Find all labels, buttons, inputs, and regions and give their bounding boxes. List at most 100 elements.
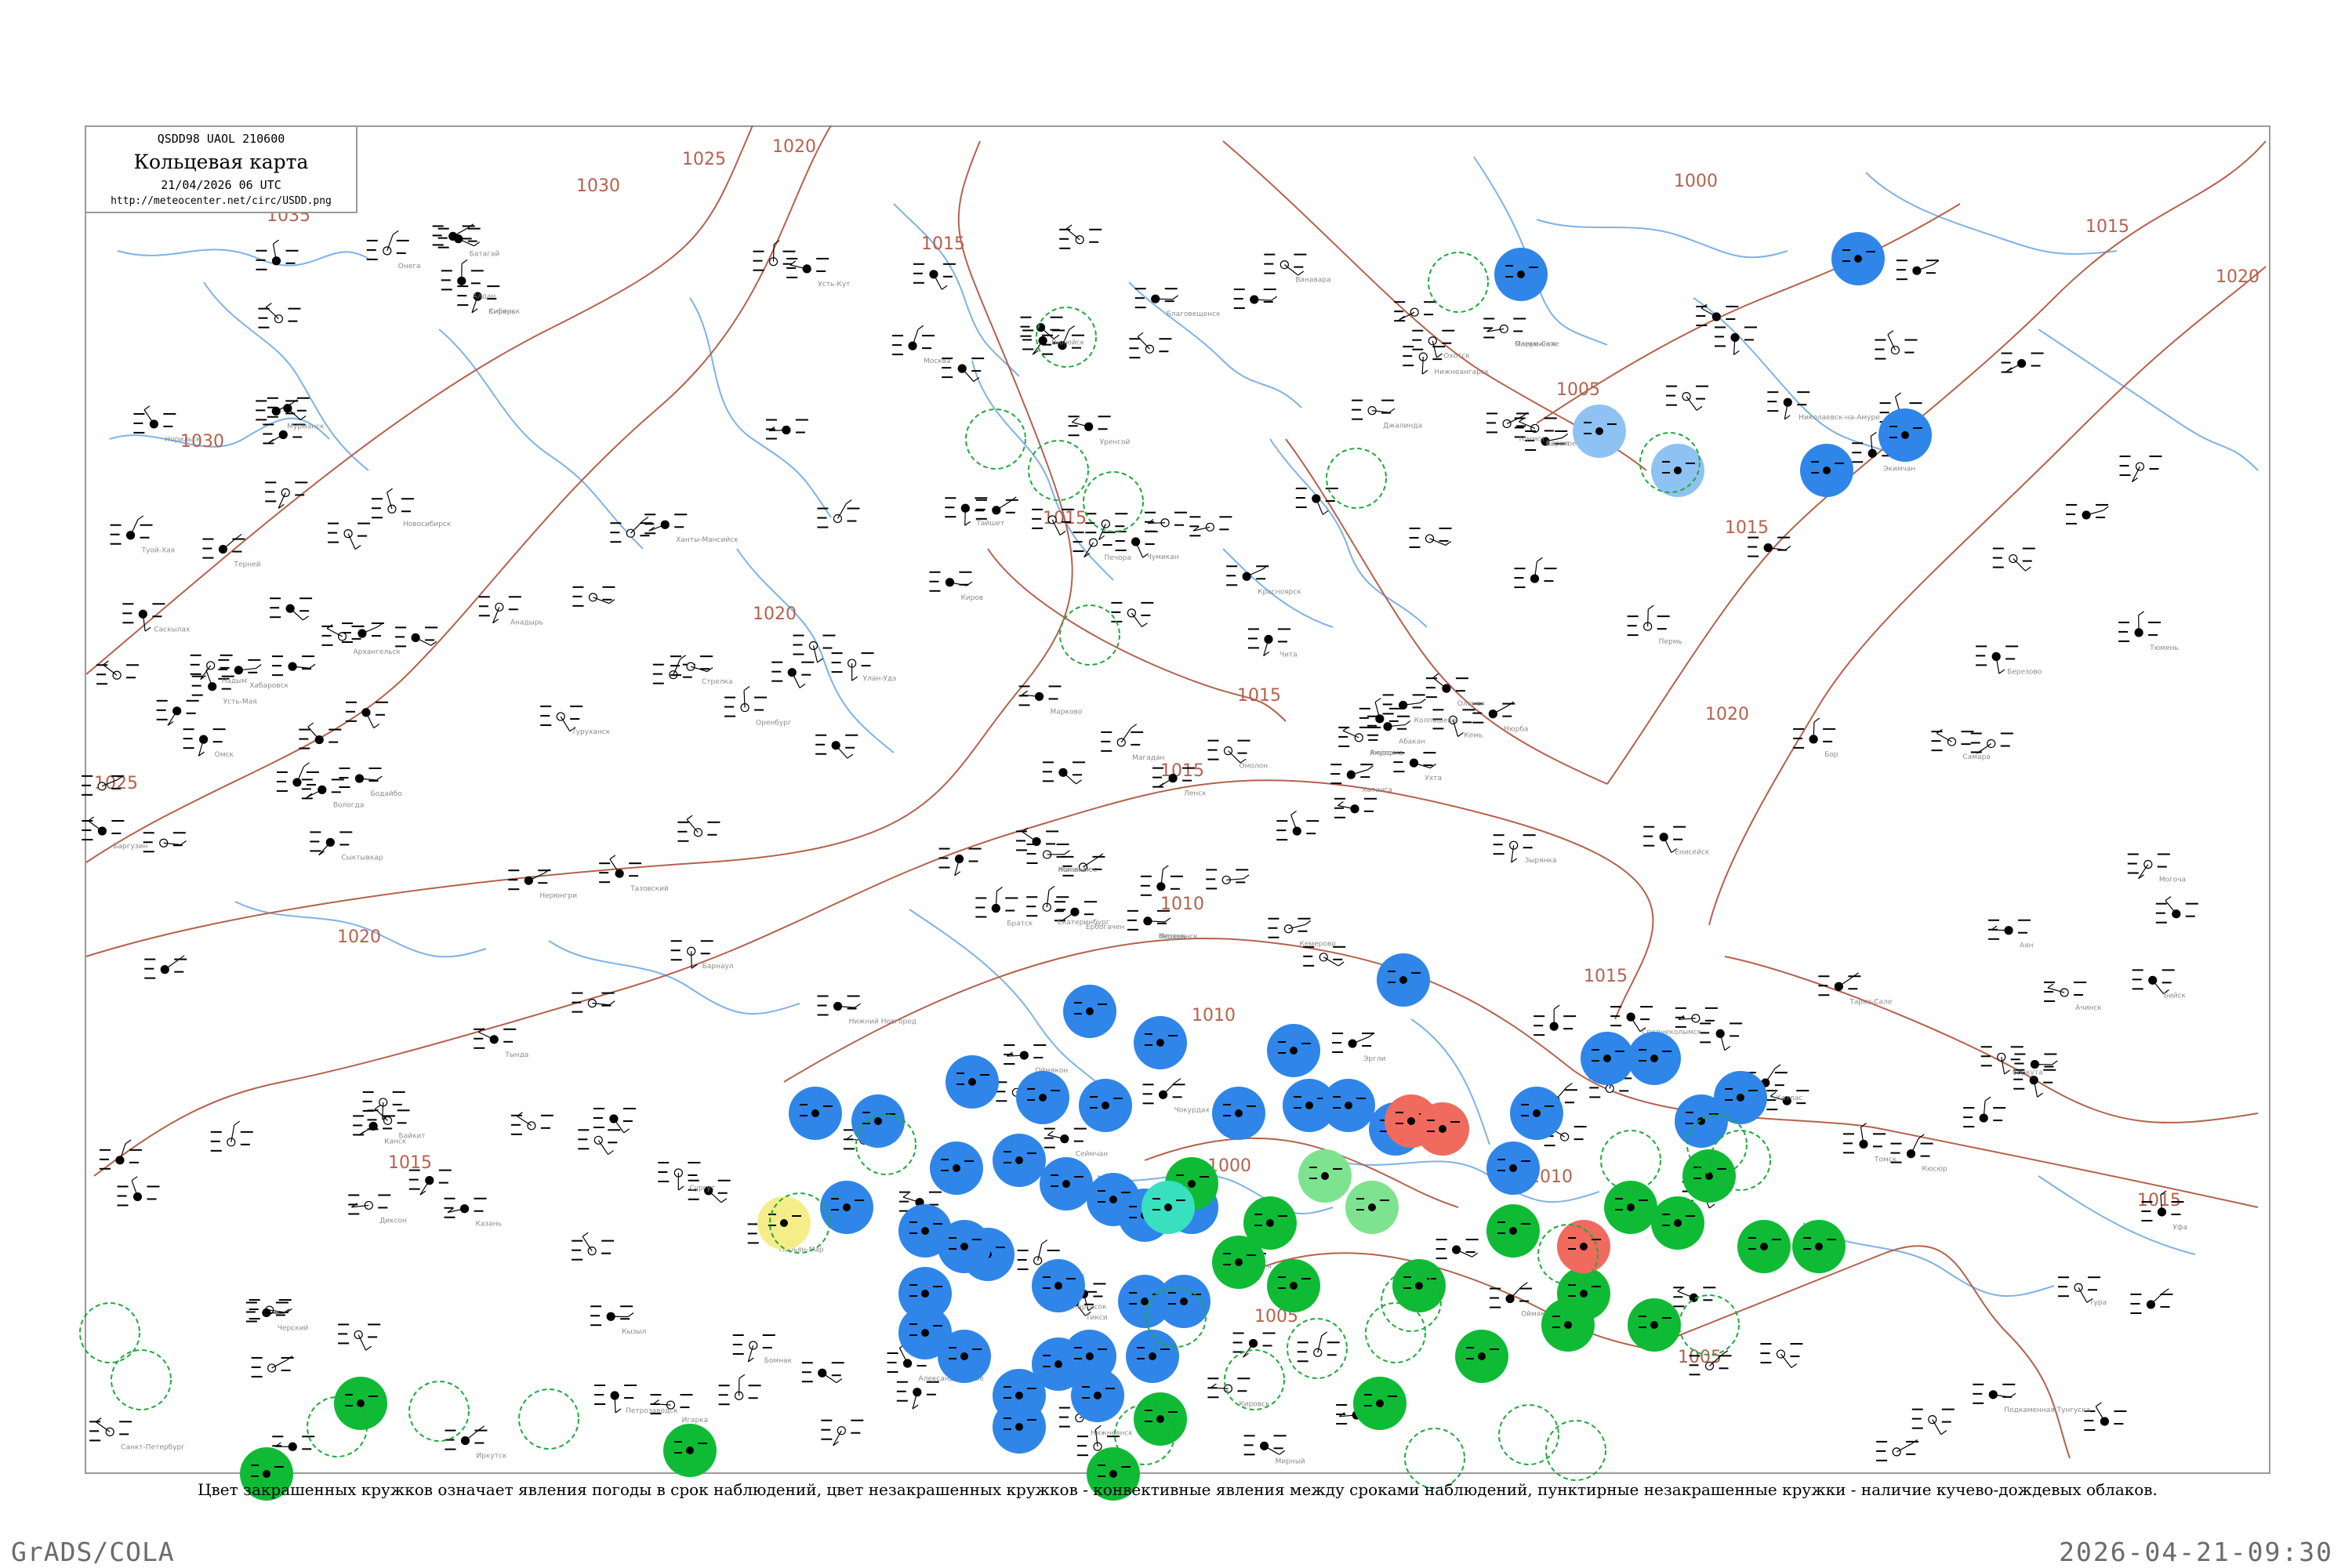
station-name: Кызыл: [622, 1328, 646, 1336]
station-name: Вологда: [333, 801, 364, 809]
isobar-label: 1005: [1678, 1348, 1722, 1367]
station-name: Улан-Удэ: [863, 675, 897, 683]
station-name: Николаевск-на-Амуре: [1798, 414, 1880, 422]
station-plot: [508, 869, 551, 891]
station-plot: [366, 230, 409, 260]
isobar-label: 1015: [1160, 761, 1204, 781]
station-name: Благовещенск: [1167, 310, 1221, 318]
station-plot: [1367, 715, 1411, 736]
station-plot: [1352, 399, 1396, 420]
isobar-label: 1030: [576, 176, 620, 196]
station-name: Магадан: [1132, 754, 1164, 762]
weather-circle: [663, 1424, 717, 1477]
station-plot: [444, 1197, 487, 1218]
station-plot: [771, 661, 815, 688]
weather-circle: [1651, 444, 1704, 497]
station-name: Москва: [924, 358, 950, 365]
station-plot: [2084, 1402, 2127, 1432]
station-plot: [117, 1176, 160, 1207]
station-plot: [437, 227, 481, 249]
weather-circle: [789, 1087, 842, 1140]
station-plot: [1818, 972, 1861, 996]
station-name: Туой-Хая: [141, 547, 176, 555]
weather-circle: [1573, 405, 1626, 458]
weather-circle: [1322, 1079, 1375, 1132]
station-plot: [975, 496, 1018, 520]
station-plot: [1101, 724, 1144, 752]
station-name: Хабаровск: [249, 682, 289, 690]
map-title: Кольцевая карта: [133, 151, 309, 173]
station-plot: [1004, 1044, 1047, 1065]
station-name: Батагай: [470, 251, 500, 259]
weather-circle: [1831, 232, 1885, 285]
station-name: Усть-Мая: [223, 699, 257, 706]
station-plot: [408, 1169, 452, 1196]
station-name: Уфа: [2172, 1224, 2187, 1232]
station-plot: [1129, 332, 1172, 359]
station-plot: [251, 1356, 294, 1377]
weather-circle: [1557, 1220, 1610, 1273]
station-plot: [143, 832, 187, 853]
station-plot: [270, 597, 313, 621]
weather-circle: [1377, 953, 1430, 1007]
station-name: Подкаменная Тунгуска: [2004, 1406, 2090, 1414]
station-name: Эргли: [1363, 1055, 1385, 1063]
convective-ring: [1679, 1294, 1740, 1356]
station-name: Надым: [222, 677, 247, 685]
station-name: Казань: [476, 1221, 502, 1229]
observation-datetime: 21/04/2026 06 UTC: [161, 178, 281, 192]
convective-ring: [965, 408, 1026, 470]
station-name: Сыктывкар: [341, 854, 383, 862]
weather-circle: [851, 1094, 905, 1148]
station-plot: [929, 571, 973, 592]
station-plot: [644, 514, 688, 535]
station-plot: [677, 815, 720, 842]
station-plot: [1140, 865, 1183, 896]
station-name: Омск: [215, 751, 234, 759]
station-plot: [1359, 698, 1402, 728]
station-name: Сибирь: [488, 308, 516, 316]
station-plot: [1189, 516, 1232, 537]
station-name: Воркута: [2013, 1069, 2043, 1076]
station-plot: [2130, 1288, 2173, 1314]
isobar-label: 1020: [2216, 267, 2259, 287]
station-name: Норильск: [165, 436, 201, 444]
station-name: Уренгой: [1100, 438, 1131, 446]
station-plot: [265, 481, 308, 509]
weather-circle: [1510, 1087, 1563, 1140]
station-name: Кюсюр: [1922, 1166, 1947, 1174]
bulletin-code: QSDD98 UAOL 210600: [157, 132, 285, 146]
station-plot: [2127, 853, 2170, 880]
weather-circle: [334, 1377, 387, 1430]
synoptic-map: 1030 1025 1020 1035 1015 1030 1020 1015 …: [79, 125, 2267, 1501]
station-plot: [2044, 982, 2087, 1003]
weather-circle: [1063, 985, 1116, 1038]
convective-ring: [1059, 604, 1120, 666]
station-name: Мирный: [1276, 1457, 1305, 1465]
station-name: Тюмень: [2149, 644, 2179, 652]
station-name: Барнаул: [702, 963, 734, 971]
station-plot: [395, 626, 438, 648]
station-plot: [1436, 1239, 1479, 1260]
station-plot: [1483, 318, 1526, 339]
weather-circle: [1604, 1181, 1657, 1234]
station-plot: [1044, 1127, 1087, 1149]
weather-circle: [1737, 1220, 1791, 1273]
weather-circle: [993, 1400, 1046, 1454]
weather-circle: [1800, 444, 1853, 497]
station-plot: [540, 705, 583, 732]
station-plot: [1700, 1022, 1743, 1051]
station-plot: [328, 522, 371, 550]
weather-circle: [1134, 1392, 1187, 1446]
station-name: Марре-Сале: [1515, 340, 1559, 348]
station-plot: [765, 419, 808, 440]
station-plot: [817, 995, 861, 1016]
isobar-label: 1015: [921, 234, 965, 254]
station-plot: [913, 263, 956, 290]
weather-circle: [1628, 1298, 1681, 1352]
station-plot: [1226, 564, 1269, 586]
station-plot: [817, 499, 860, 528]
weather-circle: [1353, 1377, 1406, 1430]
station-name: Тында: [504, 1051, 528, 1059]
station-plot: [2001, 352, 2044, 373]
